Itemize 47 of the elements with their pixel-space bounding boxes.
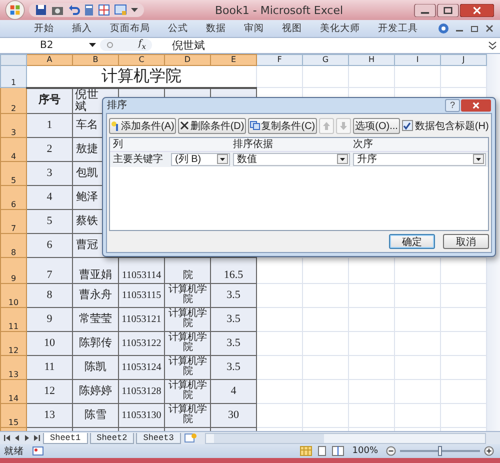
status-text: 就绪: [4, 444, 24, 458]
table-cell: 11053122: [118, 331, 164, 356]
table-cell: 10: [26, 331, 72, 356]
table-cell: 9: [26, 307, 72, 332]
table-cell: 陈婷婷: [72, 379, 118, 404]
sheet-title: 计算机学院: [26, 65, 256, 88]
table-cell: 计算机学院: [164, 403, 210, 428]
table-cell: 计算机学院: [164, 355, 210, 380]
table-cell: 7: [26, 257, 72, 284]
table-cell: 2: [26, 137, 72, 162]
table-cell: 3.5: [210, 355, 256, 380]
table-cell: 4: [26, 185, 72, 210]
table-cell: 6: [26, 233, 72, 258]
table-cell: 计算机学院: [164, 379, 210, 404]
table-cell: 11053124: [118, 355, 164, 380]
table-cell: 11053128: [118, 379, 164, 404]
column-heading: 次序: [352, 138, 374, 152]
table-cell: 8: [26, 283, 72, 308]
table-cell: 常莹莹: [72, 307, 118, 332]
table-cell: 11053121: [118, 307, 164, 332]
column-heading: 排序依据: [232, 138, 274, 152]
table-cell: 曹亚娟: [72, 257, 118, 284]
table-cell: 12: [26, 379, 72, 404]
table-cell: 3.5: [210, 331, 256, 356]
table-cell: 陈雪: [72, 403, 118, 428]
table-cell: 计算机学院: [164, 307, 210, 332]
table-cell: 11: [26, 355, 72, 380]
table-cell: 陈郭传: [72, 331, 118, 356]
table-cell: 30: [210, 403, 256, 428]
table-cell: 11053115: [118, 283, 164, 308]
table-cell: 陈凯: [72, 355, 118, 380]
table-cell: 11053130: [118, 403, 164, 428]
table-cell: 3: [26, 161, 72, 186]
table-cell: 序号: [26, 88, 72, 114]
window-title: Book1 - Microsoft Excel: [214, 4, 344, 16]
table-cell: 3.5: [210, 307, 256, 332]
table-cell: 13: [26, 403, 72, 428]
table-cell: 4: [210, 379, 256, 404]
table-cell: 曹永舟: [72, 283, 118, 308]
table-cell: 计算机学院: [164, 283, 210, 308]
table-cell: 5: [26, 209, 72, 234]
table-cell: 16.5: [210, 257, 256, 284]
table-cell: 1: [26, 113, 72, 138]
table-cell: 3.5: [210, 283, 256, 308]
table-cell: 院: [164, 257, 210, 284]
table-cell: 计算机学院: [164, 331, 210, 356]
table-cell: 11053114: [118, 257, 164, 284]
